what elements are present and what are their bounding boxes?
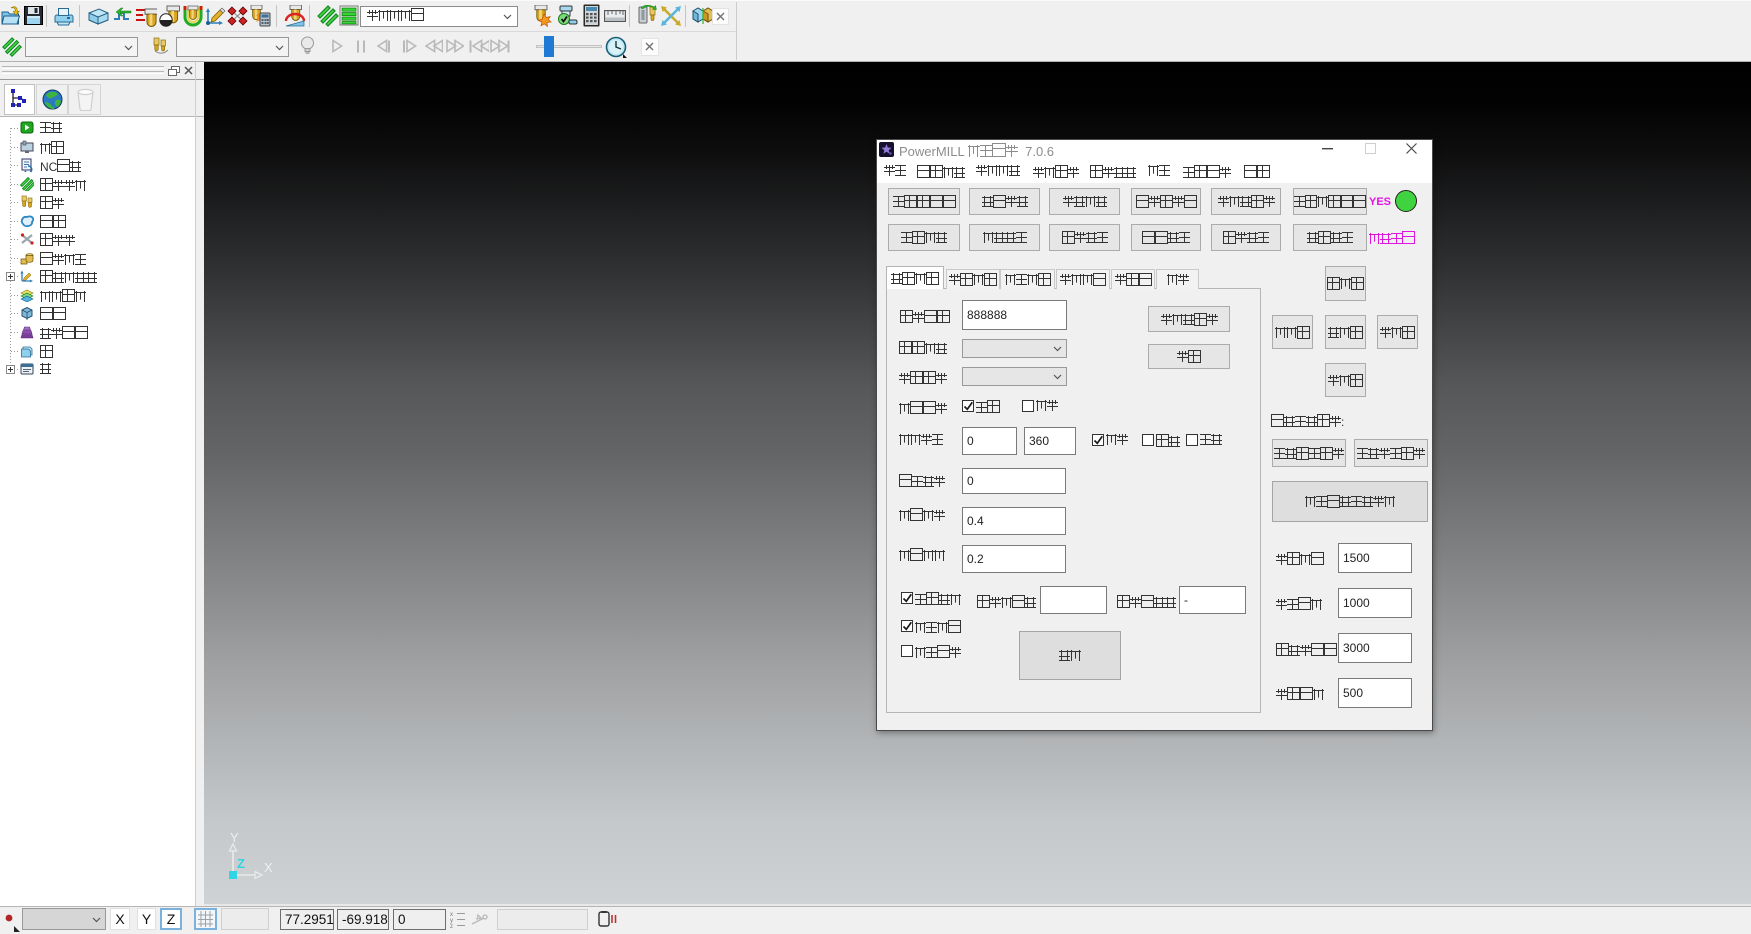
svg-text:Z: Z [237, 856, 245, 871]
svg-text:Y: Y [230, 830, 239, 845]
svg-text:z: z [450, 924, 453, 930]
svg-text:X: X [264, 860, 273, 875]
